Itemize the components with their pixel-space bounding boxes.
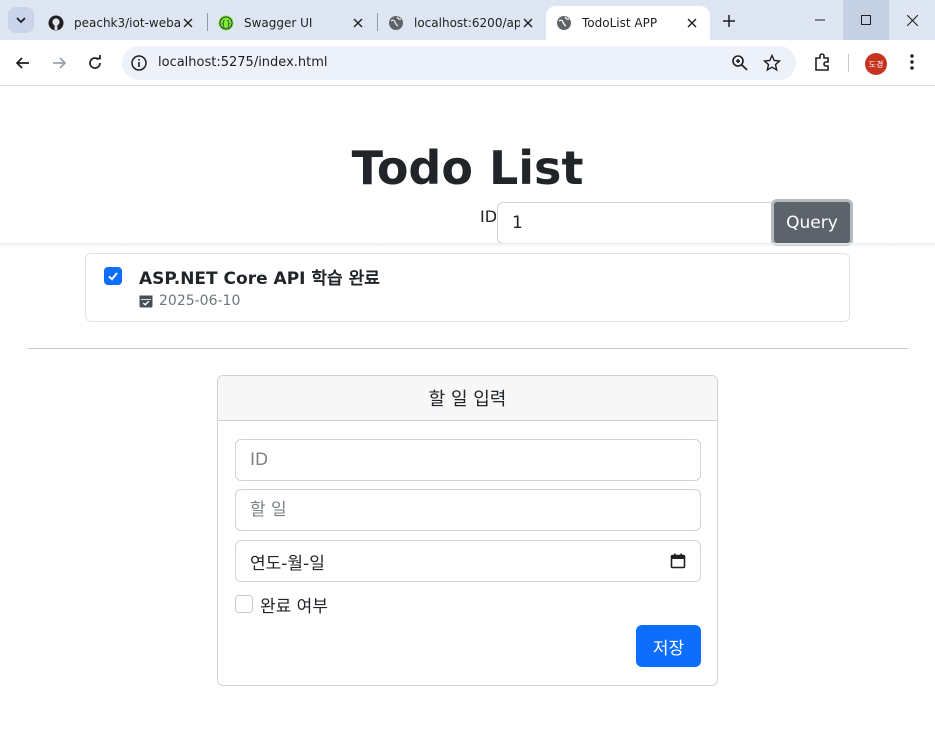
info-icon[interactable]	[131, 55, 147, 71]
address-bar[interactable]: localhost:5275/index.html	[122, 46, 796, 80]
close-icon[interactable]	[350, 15, 366, 31]
maximize-icon	[861, 15, 871, 25]
more-vertical-icon	[910, 54, 914, 70]
toolbar-separator	[848, 54, 849, 72]
url-text[interactable]: localhost:5275/index.html	[158, 55, 328, 70]
form-date-input[interactable]: 연도-월-일	[235, 540, 701, 582]
github-icon	[48, 15, 64, 31]
tab-title: localhost:6200/api	[414, 16, 520, 30]
globe-icon	[389, 16, 403, 30]
profile-avatar[interactable]: 도경	[865, 53, 887, 75]
tab-todolist[interactable]: TodoList APP	[546, 6, 710, 40]
chevron-down-icon	[16, 17, 26, 24]
tab-title: Swagger UI	[244, 16, 313, 30]
tab-github[interactable]: peachk3/iot-webapp	[38, 6, 206, 40]
todo-date: 2025-06-10	[159, 293, 241, 309]
new-tab-button[interactable]	[718, 10, 740, 32]
form-header: 할 일 입력	[218, 376, 717, 421]
forward-button[interactable]	[47, 51, 71, 75]
calendar-icon[interactable]	[670, 553, 686, 569]
query-id-label: ID	[480, 207, 498, 226]
divider	[28, 348, 908, 349]
extensions-icon[interactable]	[812, 52, 832, 72]
swagger-icon: {}	[218, 15, 234, 31]
tab-localhost-api[interactable]: localhost:6200/api	[378, 6, 546, 40]
tab-search-button[interactable]	[8, 7, 34, 33]
reload-icon	[89, 55, 101, 69]
save-button[interactable]: 저장	[636, 625, 701, 667]
close-icon[interactable]	[684, 15, 700, 31]
page-title: Todo List	[351, 141, 584, 195]
plus-icon	[723, 15, 735, 27]
close-icon[interactable]	[180, 15, 196, 31]
query-button[interactable]: Query	[771, 199, 853, 246]
form-title-input[interactable]	[235, 489, 701, 531]
query-id-input[interactable]	[497, 202, 773, 244]
tab-title: TodoList APP	[582, 16, 658, 30]
todo-done-checkbox[interactable]	[104, 267, 122, 285]
todo-item: ASP.NET Core API 학습 완료 2025-06-10	[85, 253, 850, 322]
arrow-right-icon	[53, 57, 67, 69]
tab-strip: peachk3/iot-webapp {} Swagger UI localho…	[0, 0, 935, 40]
minimize-icon	[815, 19, 825, 21]
close-window-button[interactable]	[889, 0, 935, 40]
close-icon[interactable]	[520, 15, 536, 31]
form-done-label: 완료 여부	[260, 597, 328, 617]
tab-swagger[interactable]: {} Swagger UI	[208, 6, 376, 40]
reload-button[interactable]	[83, 51, 107, 75]
calendar-check-icon	[139, 295, 153, 308]
todo-form-card: 할 일 입력 연도-월-일 완료 여부 저장	[217, 375, 718, 686]
arrow-left-icon	[15, 57, 29, 69]
form-id-input[interactable]	[235, 439, 701, 481]
close-icon	[906, 14, 918, 26]
form-done-checkbox[interactable]	[235, 595, 253, 613]
star-icon[interactable]	[763, 54, 781, 72]
back-button[interactable]	[11, 51, 35, 75]
browser-menu-button[interactable]	[904, 52, 920, 72]
minimize-button[interactable]	[797, 0, 843, 40]
checkmark-icon	[108, 272, 118, 281]
maximize-button[interactable]	[843, 0, 889, 40]
tab-title: peachk3/iot-webapp	[74, 16, 180, 30]
zoom-icon[interactable]	[731, 54, 749, 72]
svg-text:{}: {}	[221, 19, 231, 28]
header-shadow	[0, 243, 935, 247]
todo-title: ASP.NET Core API 학습 완료	[139, 269, 380, 289]
globe-icon	[557, 16, 571, 30]
browser-toolbar: localhost:5275/index.html	[0, 40, 935, 86]
date-placeholder: 연도-월-일	[250, 553, 325, 574]
